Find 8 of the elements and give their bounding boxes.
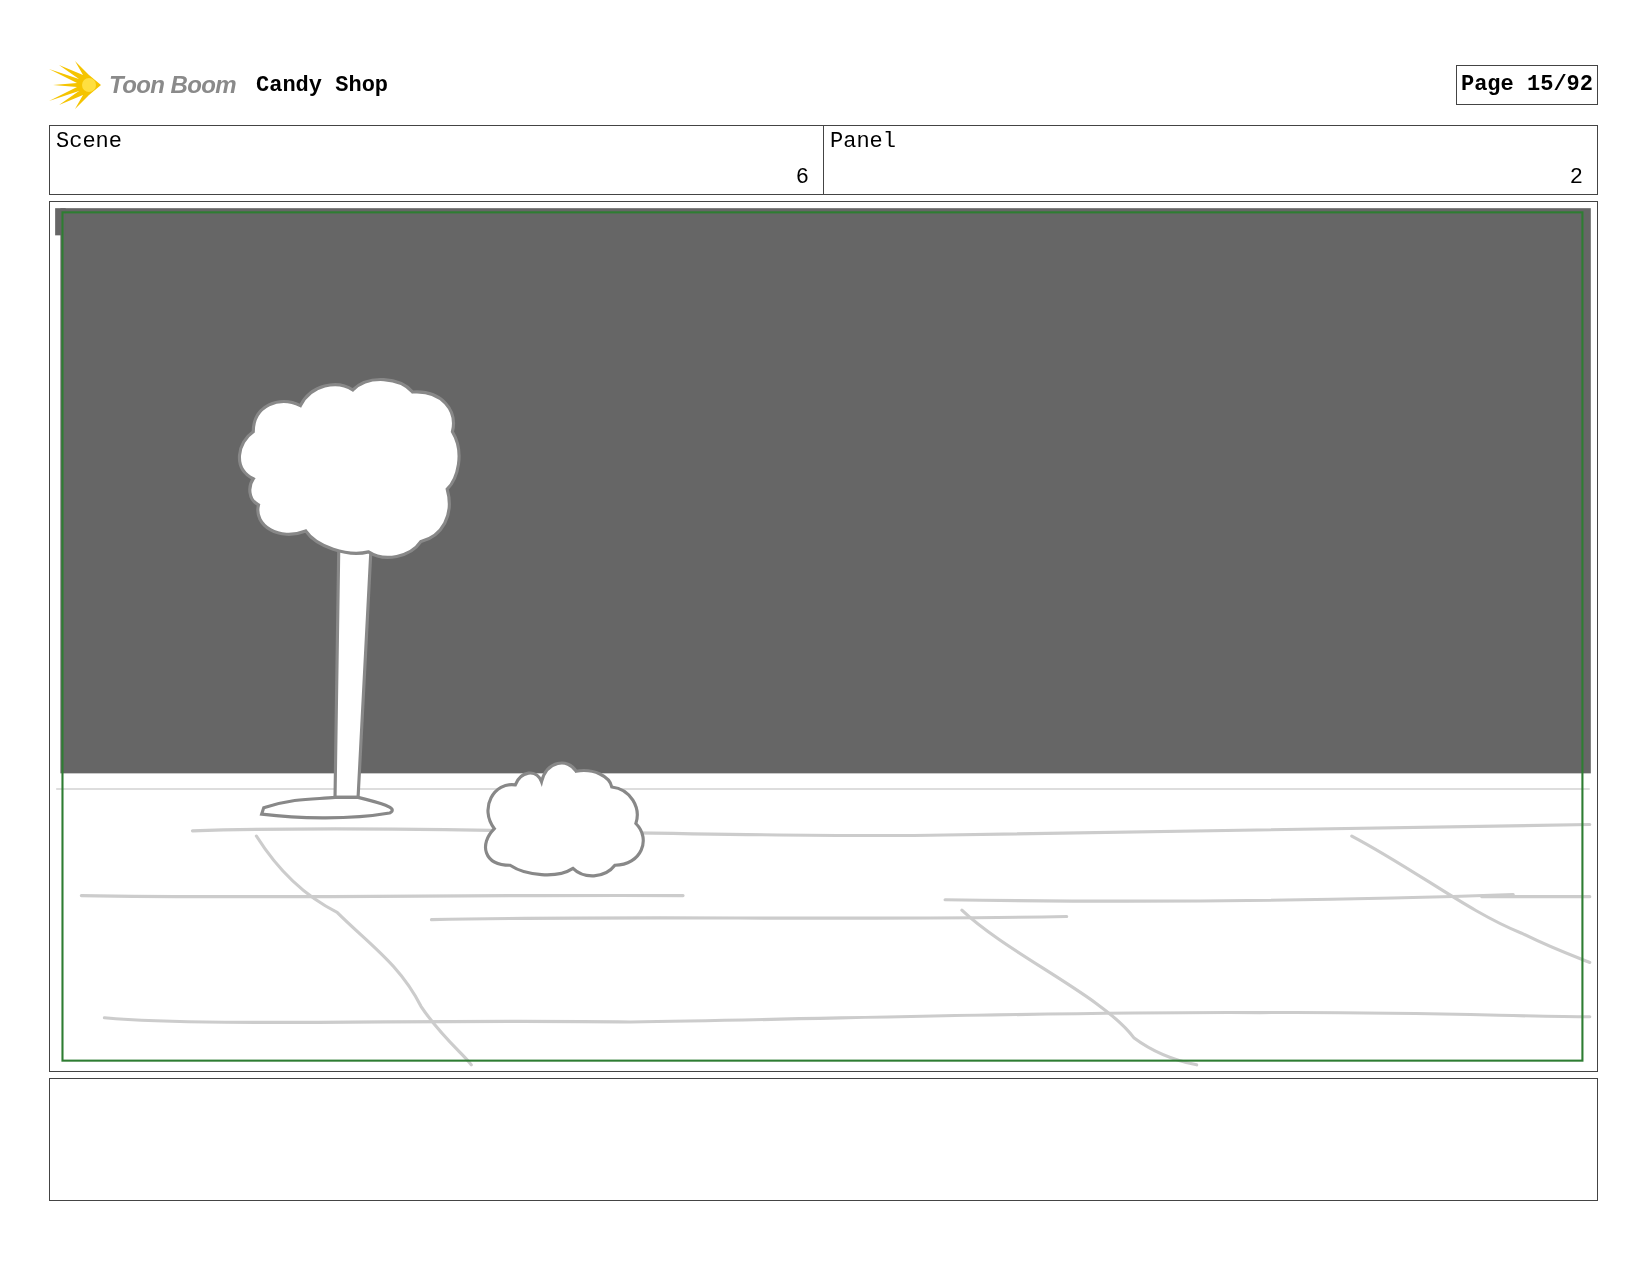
field-label: Scene	[56, 129, 122, 155]
logo-text: Toon Boom	[109, 70, 236, 100]
page-number: Page 15/92	[1455, 65, 1598, 105]
project-title: Candy Shop	[256, 71, 389, 100]
field-value: 6	[795, 165, 809, 191]
starburst-icon	[49, 61, 101, 109]
field-label: Panel	[830, 129, 896, 155]
field-value: 2	[1569, 165, 1583, 191]
